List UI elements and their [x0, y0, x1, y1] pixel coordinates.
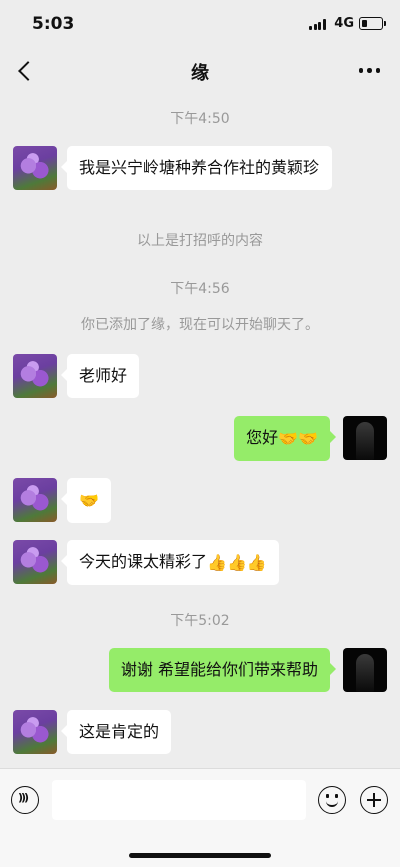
message-bubble-received[interactable]: 今天的课太精彩了👍👍👍: [61, 540, 279, 585]
contact-avatar[interactable]: [13, 354, 57, 398]
message-bubble-received[interactable]: 🤝: [61, 478, 111, 523]
message-text: 今天的课太精彩了: [79, 552, 208, 571]
contact-avatar[interactable]: [13, 710, 57, 754]
system-note: 你已添加了缘，现在可以开始聊天了。: [81, 317, 319, 333]
handshake-icon: 🤝: [79, 490, 99, 510]
timestamp: 下午4:56: [170, 281, 230, 297]
my-avatar[interactable]: [343, 416, 387, 460]
contact-avatar[interactable]: [13, 146, 57, 190]
status-time: 5:03: [32, 14, 75, 34]
message-bubble-received[interactable]: 这是肯定的: [60, 710, 172, 754]
message-bubble-sent[interactable]: 谢谢 希望能给你们带来帮助: [108, 648, 337, 692]
thumbs-up-icon: 👍👍👍: [207, 552, 267, 572]
message-text: 您好: [246, 428, 279, 447]
battery-icon: [359, 17, 386, 30]
plus-icon[interactable]: [360, 786, 388, 814]
chat-header: 缘: [0, 48, 400, 94]
message-bubble-received[interactable]: 我是兴宁岭塘种养合作社的黄颖珍: [61, 146, 332, 190]
timestamp: 下午5:02: [170, 613, 230, 629]
chat-title: 缘: [191, 63, 209, 84]
message-bubble-sent[interactable]: 您好🤝🤝: [234, 416, 336, 461]
contact-avatar[interactable]: [13, 540, 57, 584]
message-input[interactable]: [52, 780, 306, 820]
timestamp: 下午4:50: [170, 111, 230, 127]
network-label: 4G: [334, 16, 354, 31]
system-note: 以上是打招呼的内容: [137, 233, 263, 249]
signal-icon: [309, 19, 326, 30]
voice-icon[interactable]: [11, 786, 39, 814]
handshake-icon: 🤝🤝: [278, 428, 318, 448]
contact-avatar[interactable]: [13, 478, 57, 522]
more-icon[interactable]: [358, 68, 380, 73]
emoji-icon[interactable]: [318, 786, 346, 814]
message-bubble-received[interactable]: 老师好: [60, 354, 140, 398]
status-bar: 5:03 4G: [0, 0, 400, 48]
my-avatar[interactable]: [343, 648, 387, 692]
home-indicator: [129, 853, 271, 858]
